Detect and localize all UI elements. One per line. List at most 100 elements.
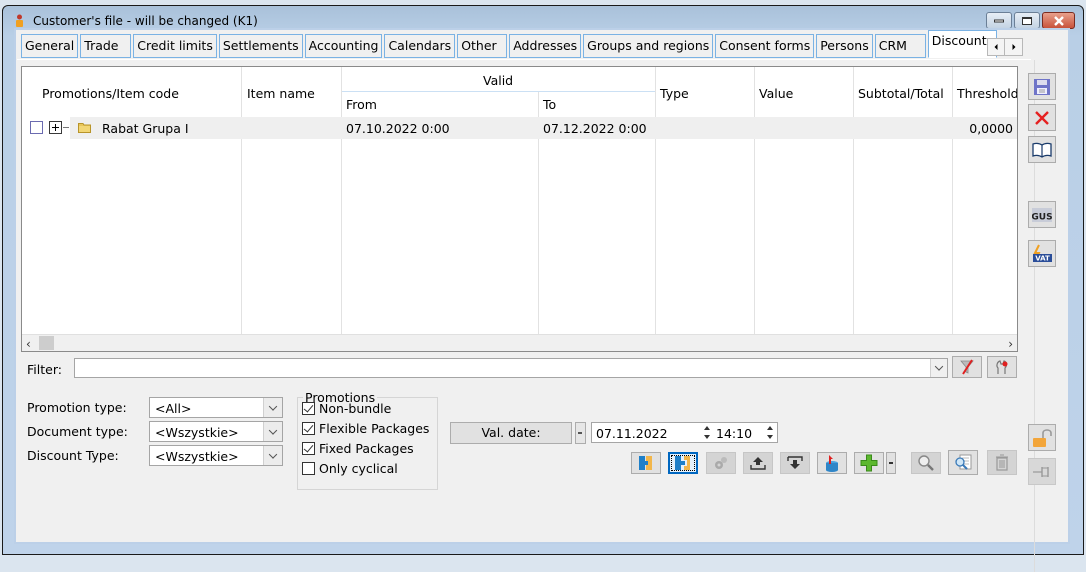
column-divider	[754, 67, 755, 337]
attach-all-button[interactable]	[668, 452, 698, 474]
add-button[interactable]	[854, 452, 884, 474]
filter-dropdown-button[interactable]	[930, 359, 947, 377]
cancel-button[interactable]	[1028, 104, 1056, 131]
dropdown-button[interactable]	[263, 422, 282, 441]
column-header-to[interactable]: To	[543, 97, 556, 112]
tab-general[interactable]: General	[21, 34, 79, 58]
unlock-button[interactable]	[1028, 424, 1056, 451]
column-divider	[853, 67, 854, 337]
gears-icon	[715, 457, 727, 469]
clear-filter-button[interactable]	[952, 356, 982, 378]
discount-type-label: Discount Type:	[27, 448, 119, 463]
scroll-right-icon[interactable]: ›	[1008, 337, 1013, 351]
tab-addresses[interactable]: Addresses	[509, 34, 582, 58]
preview-button[interactable]	[948, 450, 978, 475]
column-header-type[interactable]: Type	[660, 86, 689, 101]
tab-other[interactable]: Other	[457, 34, 508, 58]
plus-icon	[860, 454, 878, 472]
promotion-type-select[interactable]: <All>	[149, 397, 283, 418]
column-divider	[655, 67, 656, 337]
column-header-value[interactable]: Value	[759, 86, 793, 101]
filter-input[interactable]	[74, 358, 948, 378]
scrollbar-thumb[interactable]	[39, 336, 54, 350]
non-bundle-checkbox[interactable]: Non-bundle	[302, 401, 391, 416]
tab-persons[interactable]: Persons	[816, 34, 873, 58]
search-button[interactable]	[911, 452, 941, 474]
close-button[interactable]	[1042, 12, 1075, 29]
column-header-code[interactable]: Promotions/Item code	[42, 86, 179, 101]
tab-groups-and-regions[interactable]: Groups and regions	[583, 34, 714, 58]
checkbox-box[interactable]	[302, 442, 315, 455]
save-button[interactable]	[1028, 73, 1056, 100]
promotion-type-label: Promotion type:	[27, 400, 127, 415]
column-header-subtotal[interactable]: Subtotal/Total	[858, 86, 944, 101]
export-button[interactable]	[743, 452, 773, 474]
time-spinner-icon[interactable]	[766, 424, 775, 441]
tab-scroll-left-button[interactable]	[987, 38, 1005, 56]
dropdown-button[interactable]	[263, 398, 282, 417]
time-value[interactable]: 14:10	[716, 426, 752, 441]
only-cyclical-checkbox[interactable]: Only cyclical	[302, 461, 398, 476]
load-button[interactable]	[817, 452, 847, 474]
checkbox-box[interactable]	[302, 462, 315, 475]
minimize-icon	[994, 19, 1004, 22]
maximize-button[interactable]	[1014, 12, 1040, 29]
tab-strip: General Trade Credit limits Settlements …	[21, 30, 999, 58]
import-button[interactable]	[780, 452, 810, 474]
validity-date-dropdown[interactable]	[575, 422, 586, 444]
dropdown-arrow-icon	[889, 462, 893, 464]
discount-type-select[interactable]: <Wszystkie>	[149, 445, 283, 466]
padlock-open-icon	[1033, 428, 1052, 447]
column-header-item-name[interactable]: Item name	[247, 86, 315, 101]
gus-button[interactable]: GUS	[1028, 201, 1056, 228]
grid-header: Promotions/Item code Item name Valid Fro…	[22, 67, 1017, 117]
expand-toggle[interactable]	[49, 121, 62, 134]
discounts-grid: Promotions/Item code Item name Valid Fro…	[21, 66, 1018, 352]
discounts-panel: Promotions/Item code Item name Valid Fro…	[17, 59, 1031, 539]
tab-credit-limits[interactable]: Credit limits	[133, 34, 217, 58]
delete-button[interactable]	[987, 450, 1017, 475]
row-checkbox[interactable]	[30, 121, 43, 134]
checkbox-box[interactable]	[302, 422, 315, 435]
chevron-down-icon	[268, 425, 278, 435]
document-type-select[interactable]: <Wszystkie>	[149, 421, 283, 442]
flexible-packages-checkbox[interactable]: Flexible Packages	[302, 421, 429, 436]
tab-crm[interactable]: CRM	[874, 34, 926, 58]
add-dropdown-button[interactable]	[886, 452, 896, 474]
column-header-threshold[interactable]: Threshold	[957, 86, 1017, 101]
column-header-from[interactable]: From	[346, 97, 377, 112]
chevron-down-icon	[268, 401, 278, 411]
header-divider	[342, 91, 655, 92]
filter-label: Filter:	[27, 362, 62, 377]
close-icon	[1053, 15, 1064, 26]
minimize-button[interactable]	[986, 12, 1012, 29]
book-button[interactable]	[1028, 136, 1056, 163]
pin-button[interactable]	[1028, 458, 1056, 485]
validity-date-button[interactable]: Val. date:	[450, 422, 572, 444]
validity-date-field[interactable]: 07.11.2022 14:10	[591, 422, 778, 443]
settings-button[interactable]	[706, 452, 736, 474]
tab-scroll-right-button[interactable]	[1005, 38, 1023, 56]
date-value[interactable]: 07.11.2022	[596, 426, 668, 441]
attach-button[interactable]	[631, 452, 661, 474]
tab-trade[interactable]: Trade	[80, 34, 132, 58]
tab-calendars[interactable]: Calendars	[384, 34, 456, 58]
horizontal-scrollbar[interactable]: ‹ ›	[22, 334, 1017, 351]
tab-accounting[interactable]: Accounting	[304, 34, 383, 58]
filter-builder-button[interactable]	[987, 356, 1017, 378]
document-type-label: Document type:	[27, 424, 128, 439]
tab-consent-forms[interactable]: Consent forms	[715, 34, 815, 58]
client-area: General Trade Credit limits Settlements …	[16, 30, 1068, 572]
chevron-down-icon	[268, 449, 278, 459]
fixed-packages-checkbox[interactable]: Fixed Packages	[302, 441, 414, 456]
vat-button[interactable]: VAT	[1028, 240, 1056, 267]
restore-icon	[1022, 16, 1032, 25]
dropdown-button[interactable]	[263, 446, 282, 465]
table-row[interactable]: Rabat Grupa I 07.10.2022 0:00 07.12.2022…	[22, 117, 1017, 139]
cell-threshold: 0,0000	[969, 121, 1013, 136]
tab-settlements[interactable]: Settlements	[218, 34, 303, 58]
pin-icon	[1033, 466, 1049, 477]
date-spinner-icon[interactable]	[703, 424, 712, 441]
scroll-left-icon[interactable]: ‹	[26, 337, 31, 351]
checkbox-box[interactable]	[302, 402, 315, 415]
